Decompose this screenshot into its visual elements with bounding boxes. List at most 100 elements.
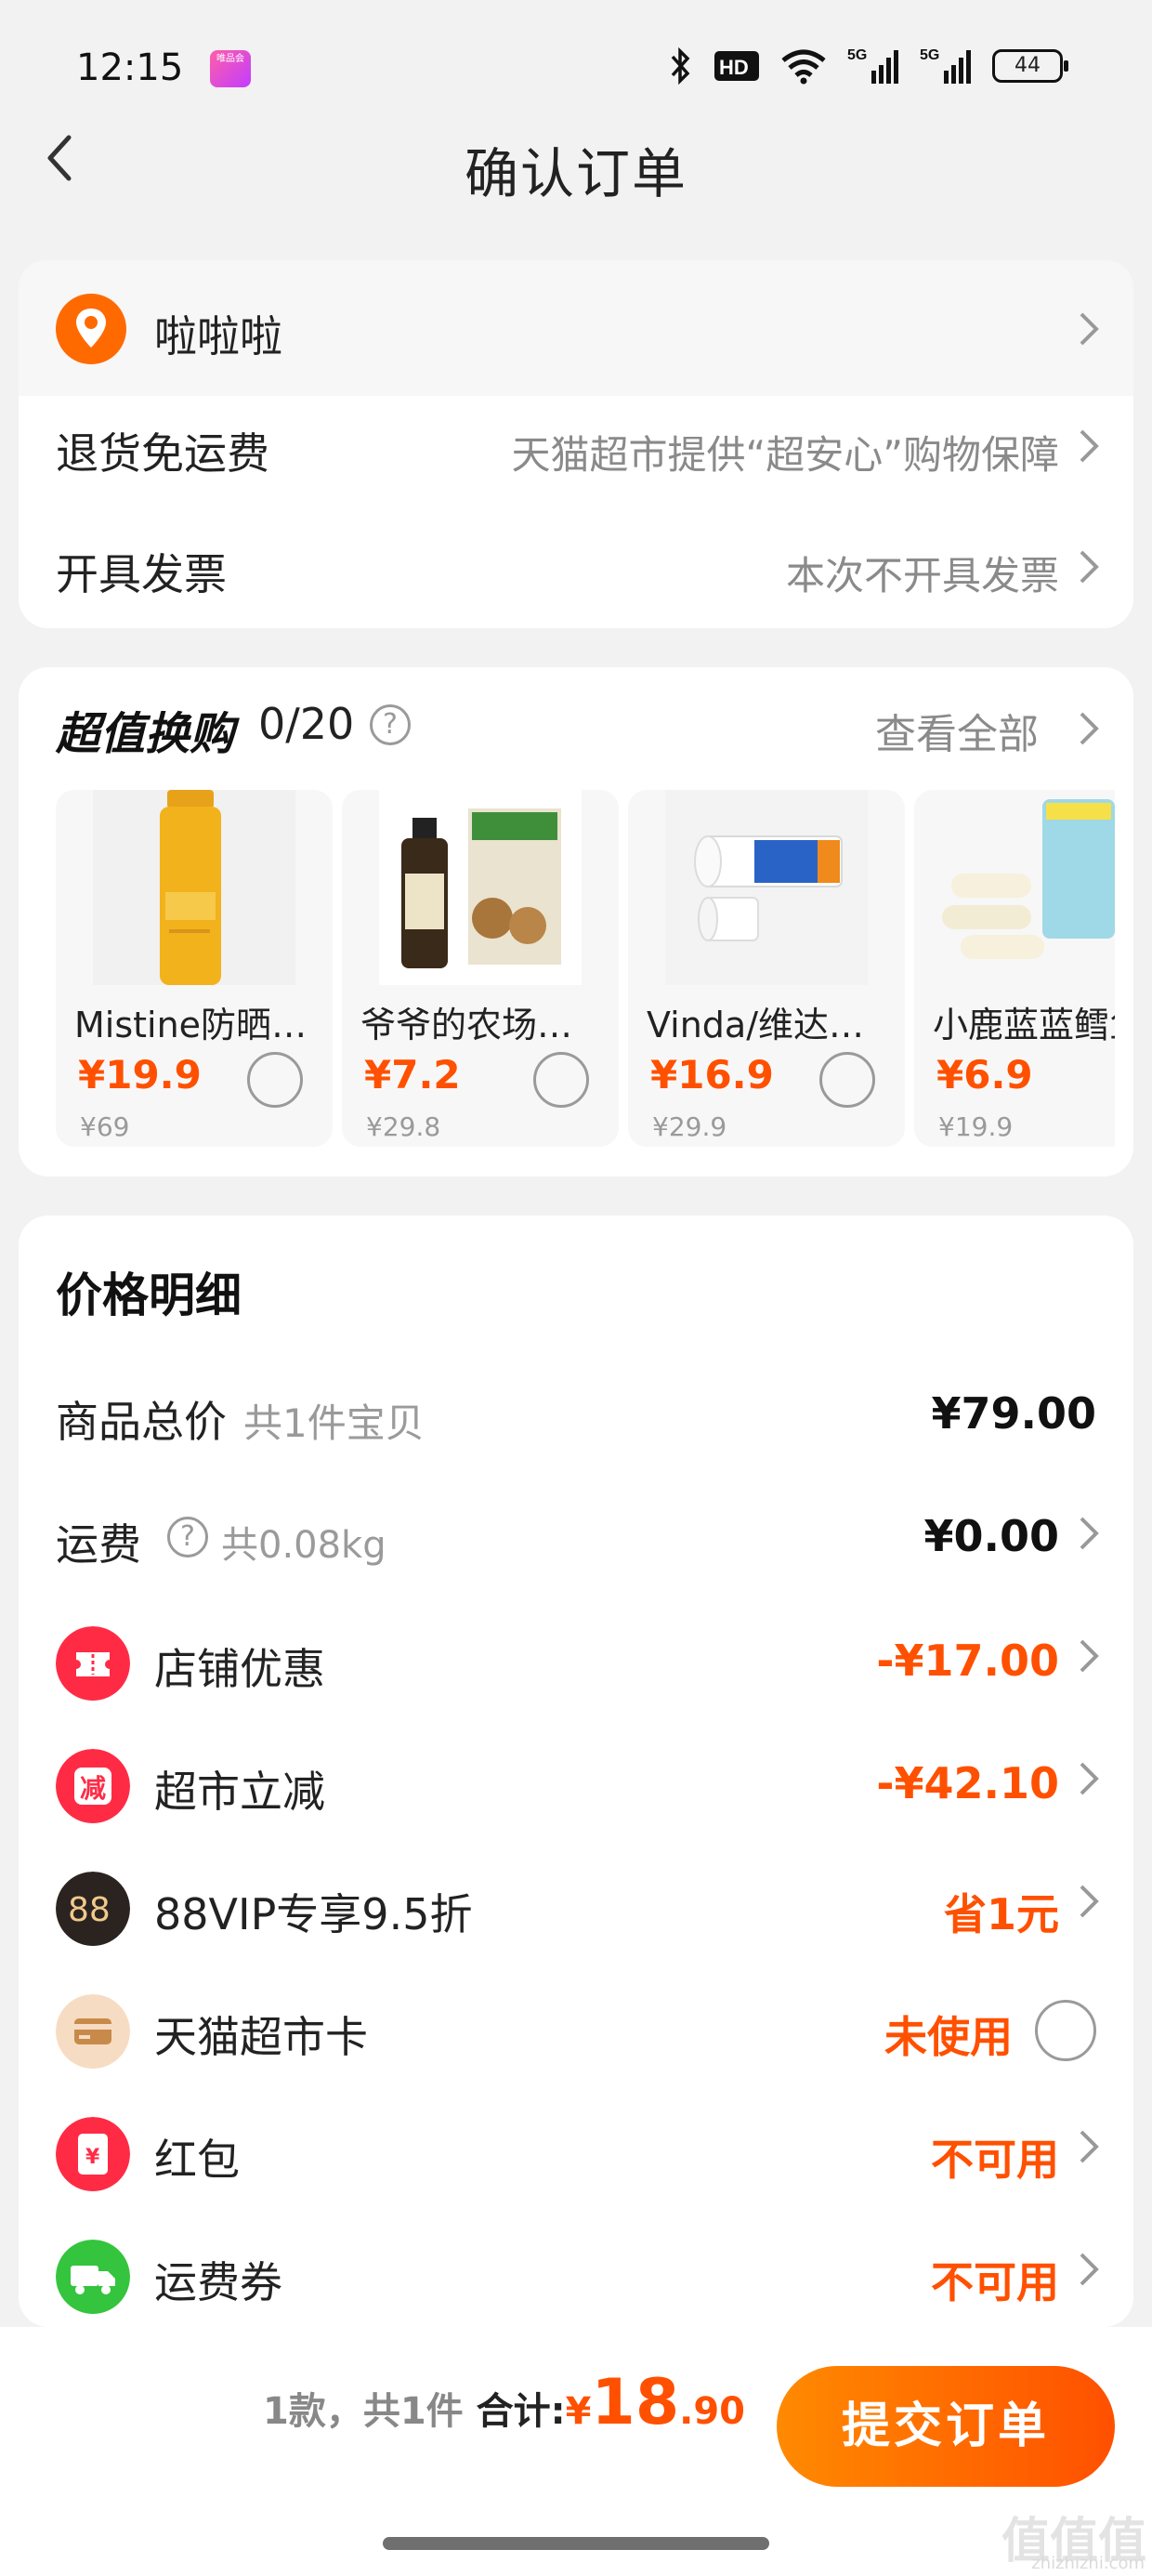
address-text: 啦啦啦: [154, 311, 282, 361]
product-select-radio[interactable]: [247, 1052, 303, 1108]
page-title: 确认订单: [464, 142, 687, 205]
chevron-right-icon: [1080, 1639, 1099, 1673]
coupon-icon: [56, 1626, 130, 1701]
toilet-paper-image: [665, 790, 868, 985]
price-detail-card: 价格明细 商品总价 共1件宝贝 ¥79.00 运费 ? 共0.08kg ¥0.00…: [19, 1216, 1133, 2327]
view-all-link[interactable]: 查看全部: [875, 701, 1039, 760]
vip-discount-label: 88VIP专享9.5折: [154, 1889, 473, 1939]
chevron-right-icon: [1080, 2253, 1099, 2286]
total-label: 合计:: [476, 2390, 566, 2433]
svg-text:¥: ¥: [85, 2146, 100, 2169]
app-notification-icon: 唯品会: [210, 50, 251, 87]
vip88-icon: 88: [56, 1872, 130, 1946]
swap-purchase-card: 超值换购 0/20 ? 查看全部 Mistine防晒喷雾 ¥19.9 ¥69 爷: [19, 667, 1133, 1176]
swap-product-card[interactable]: 小鹿蓝蓝鳕鱼肠 ¥6.9 ¥19.9: [914, 790, 1115, 1147]
svg-text:88: 88: [68, 1891, 111, 1929]
product-name: Vinda/维达卷纸: [647, 1005, 886, 1045]
total-currency: ¥: [565, 2390, 592, 2433]
product-original-price: ¥29.8: [366, 1111, 441, 1142]
market-card-label: 天猫超市卡: [154, 2012, 368, 2062]
product-select-radio[interactable]: [533, 1052, 589, 1108]
fish-sausage-image: [933, 790, 1115, 985]
svg-text:HD: HD: [719, 56, 749, 79]
swap-title: 超值换购: [56, 708, 235, 760]
return-shipping-value: 天猫超市提供“超安心”购物保障: [511, 432, 1059, 478]
total-amount-dec: .90: [679, 2390, 745, 2433]
chevron-right-icon: [1080, 550, 1099, 584]
status-time: 12:15: [76, 46, 184, 89]
product-original-price: ¥69: [80, 1111, 130, 1142]
address-selector[interactable]: 啦啦啦: [19, 260, 1133, 396]
product-price: ¥16.9: [650, 1052, 774, 1097]
walnut-oil-image: [379, 790, 582, 985]
signal-5g-icon: 5G: [847, 47, 898, 84]
product-name: 小鹿蓝蓝鳕鱼肠: [933, 1005, 1115, 1045]
red-packet-value: 不可用: [931, 2135, 1059, 2185]
market-card-radio[interactable]: [1035, 2000, 1096, 2061]
chevron-right-icon: [1080, 1517, 1099, 1550]
market-reduction-label: 超市立减: [154, 1767, 325, 1817]
chevron-right-icon: [1080, 1885, 1099, 1918]
product-price: ¥7.2: [364, 1052, 461, 1097]
swap-product-card[interactable]: Mistine防晒喷雾 ¥19.9 ¥69: [56, 790, 333, 1147]
product-price: ¥6.9: [936, 1052, 1033, 1097]
sunscreen-spray-image: [93, 790, 295, 985]
invoice-label: 开具发票: [56, 549, 227, 599]
status-bar: 12:15 唯品会 HD 5G 5G 44: [0, 0, 1152, 139]
battery-icon: 44: [992, 49, 1068, 83]
total-amount-int: 18: [591, 2366, 680, 2439]
price-detail-title: 价格明细: [56, 1268, 242, 1322]
store-discount-value: -¥17.00: [876, 1636, 1059, 1686]
swap-product-card[interactable]: 爷爷的农场核桃油 ¥7.2 ¥29.8: [342, 790, 619, 1147]
invoice-value: 本次不开具发票: [785, 553, 1059, 598]
store-discount-label: 店铺优惠: [154, 1644, 325, 1694]
chevron-right-icon: [1080, 2130, 1099, 2163]
goods-total-value: ¥79.00: [931, 1388, 1096, 1439]
chevron-right-icon: [1080, 1762, 1099, 1795]
chevron-right-icon: [1080, 712, 1099, 745]
market-card-value: 未使用: [884, 2012, 1013, 2062]
svg-text:5G: 5G: [920, 47, 939, 63]
product-original-price: ¥29.9: [652, 1111, 727, 1142]
svg-text:减: 减: [80, 1773, 106, 1804]
market-reduction-value: -¥42.10: [876, 1758, 1059, 1808]
order-summary: 1款，共1件 合计:¥18.90: [263, 2366, 745, 2439]
wifi-icon: [781, 49, 826, 85]
shipping-weight: 共0.08kg: [221, 1524, 386, 1567]
truck-icon: [56, 2240, 130, 2314]
submit-order-button[interactable]: 提交订单: [777, 2366, 1115, 2487]
hd-icon: HD: [714, 51, 759, 81]
product-price: ¥19.9: [78, 1052, 202, 1097]
product-name: 爷爷的农场核桃油: [360, 1005, 600, 1045]
system-icons: HD 5G 5G 44: [669, 46, 1068, 85]
product-select-radio[interactable]: [819, 1052, 875, 1108]
chevron-right-icon: [1080, 429, 1099, 463]
minus-badge-icon: 减: [56, 1749, 130, 1823]
order-service-card: 退货免运费 天猫超市提供“超安心”购物保障 开具发票 本次不开具发票: [19, 396, 1133, 628]
help-icon[interactable]: ?: [370, 704, 411, 745]
shipping-value: ¥0.00: [923, 1511, 1059, 1561]
shipping-help-icon[interactable]: ?: [167, 1517, 208, 1557]
svg-text:5G: 5G: [847, 47, 867, 63]
signal-5g-icon-2: 5G: [920, 47, 971, 84]
swap-product-card[interactable]: Vinda/维达卷纸 ¥16.9 ¥29.9: [628, 790, 905, 1147]
goods-count: 共1件宝贝: [243, 1400, 425, 1446]
watermark-url: zhizhizhi.com: [1031, 2554, 1145, 2573]
goods-total-label-text: 商品总价: [56, 1397, 227, 1447]
vip-discount-value: 省1元: [943, 1889, 1059, 1939]
product-name: Mistine防晒喷雾: [74, 1005, 314, 1045]
red-packet-label: 红包: [154, 2135, 240, 2185]
swap-count: 0/20: [258, 699, 355, 749]
bluetooth-icon: [671, 47, 690, 85]
goods-total-label: 商品总价 共1件宝贝: [56, 1388, 425, 1450]
shipping-coupon-value: 不可用: [931, 2257, 1059, 2307]
item-count: 1款，共1件: [262, 2390, 464, 2433]
home-indicator[interactable]: [383, 2537, 769, 2550]
location-pin-icon: [56, 294, 126, 364]
product-original-price: ¥19.9: [938, 1111, 1014, 1142]
chevron-right-icon: [1080, 312, 1099, 346]
shipping-coupon-label: 运费券: [154, 2257, 282, 2307]
return-shipping-label: 退货免运费: [56, 428, 269, 479]
red-packet-icon: ¥: [56, 2117, 130, 2191]
card-icon: [56, 1994, 130, 2069]
